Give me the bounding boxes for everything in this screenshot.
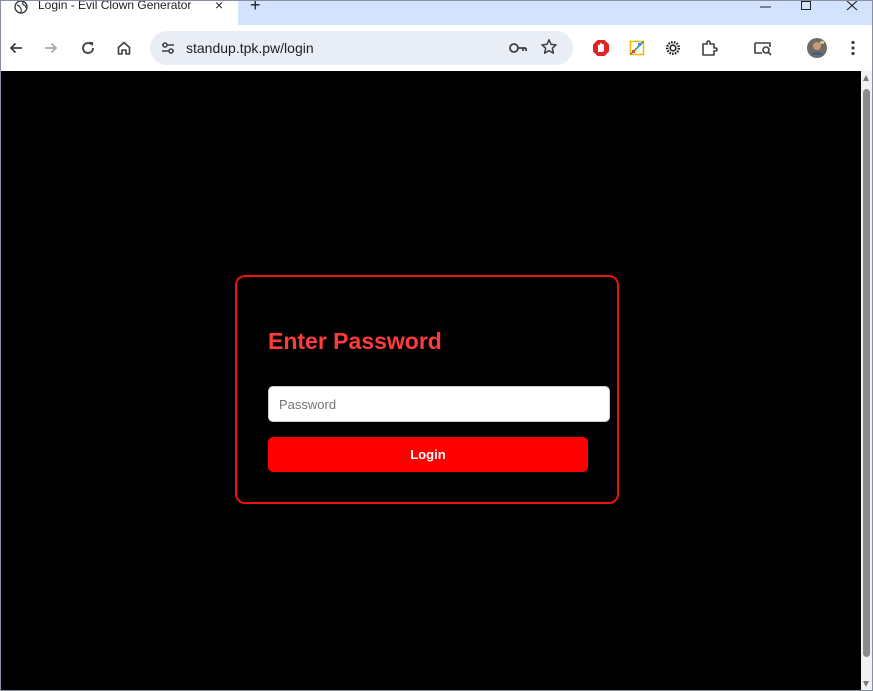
home-button[interactable] bbox=[112, 36, 136, 60]
password-key-icon[interactable] bbox=[508, 39, 528, 57]
address-bar[interactable]: standup.tpk.pw/login bbox=[150, 31, 573, 65]
tab-title: Login - Evil Clown Generator bbox=[38, 0, 192, 12]
scrollbar-thumb[interactable] bbox=[863, 89, 870, 657]
sun-extension-icon bbox=[665, 40, 681, 56]
new-tab-button[interactable]: + bbox=[250, 1, 261, 16]
password-input[interactable] bbox=[268, 386, 610, 422]
site-settings-icon[interactable] bbox=[159, 39, 177, 57]
login-button[interactable]: Login bbox=[268, 437, 588, 472]
forward-button[interactable] bbox=[39, 36, 63, 60]
back-arrow-icon bbox=[9, 42, 22, 54]
home-icon bbox=[117, 41, 131, 55]
forward-arrow-icon bbox=[45, 42, 58, 54]
back-button[interactable] bbox=[4, 36, 28, 60]
profile-button[interactable] bbox=[805, 36, 829, 60]
scroll-down-arrow-icon[interactable] bbox=[863, 681, 869, 687]
menu-kebab-icon bbox=[851, 40, 855, 56]
sun-extension-button[interactable] bbox=[661, 36, 685, 60]
tab-search-icon bbox=[754, 42, 772, 56]
bookmark-star-icon[interactable] bbox=[540, 38, 558, 56]
globe-icon bbox=[14, 1, 28, 14]
tab-search-button[interactable] bbox=[751, 36, 775, 60]
browser-toolbar: standup.tpk.pw/login bbox=[1, 25, 872, 71]
browser-menu-button[interactable] bbox=[841, 36, 865, 60]
tab-login[interactable]: Login - Evil Clown Generator × bbox=[1, 1, 238, 25]
browser-window: Login - Evil Clown Generator × + standup… bbox=[0, 0, 873, 691]
reload-icon bbox=[82, 41, 94, 54]
extensions-button[interactable] bbox=[697, 36, 721, 60]
close-window-icon[interactable] bbox=[829, 1, 873, 15]
url-text[interactable]: standup.tpk.pw/login bbox=[186, 40, 314, 56]
adblock-extension-button[interactable] bbox=[589, 36, 613, 60]
page-title: Enter Password bbox=[268, 328, 442, 354]
scroll-up-arrow-icon[interactable] bbox=[863, 75, 869, 81]
page-content: Enter Password Login bbox=[1, 71, 861, 690]
login-card: Enter Password Login bbox=[235, 275, 619, 504]
tab-close-icon[interactable]: × bbox=[215, 1, 223, 13]
maximize-window-icon[interactable] bbox=[783, 1, 829, 15]
page-scrollbar[interactable] bbox=[861, 71, 872, 690]
extensions-puzzle-icon bbox=[702, 40, 718, 56]
color-picker-extension-icon bbox=[629, 40, 645, 56]
reload-button[interactable] bbox=[76, 36, 100, 60]
adblock-icon bbox=[593, 40, 609, 56]
color-picker-extension-button[interactable] bbox=[625, 36, 649, 60]
profile-avatar bbox=[807, 38, 827, 58]
tab-strip: Login - Evil Clown Generator × + bbox=[1, 1, 872, 25]
